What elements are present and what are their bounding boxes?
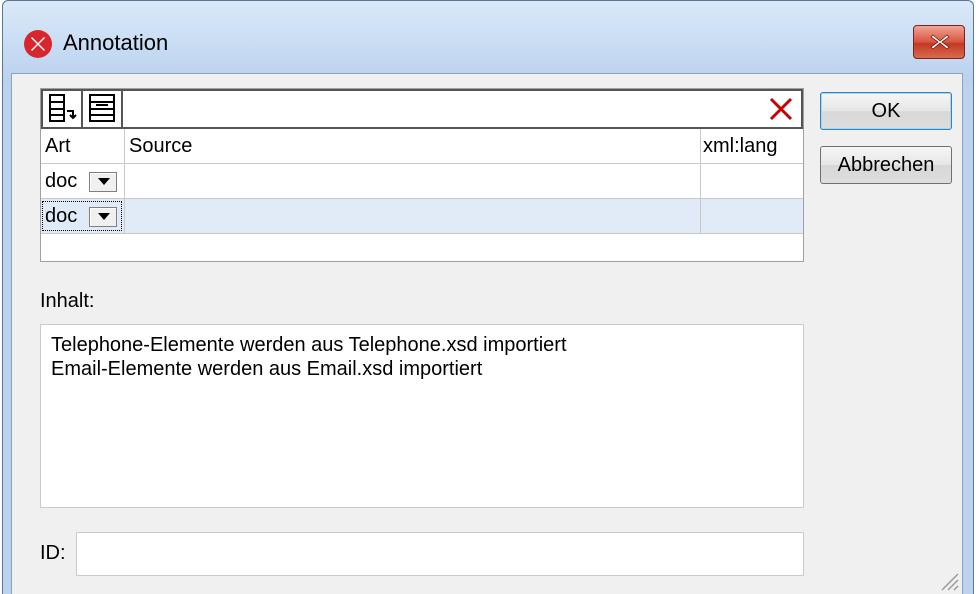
- table-toolbar: [41, 89, 803, 129]
- source-cell[interactable]: [125, 164, 701, 198]
- content-line: Email-Elemente werden aus Email.xsd impo…: [51, 358, 483, 380]
- ok-button[interactable]: OK: [820, 92, 952, 130]
- insert-row-button[interactable]: [83, 91, 123, 127]
- column-header-xml-lang: xml:lang: [703, 135, 778, 157]
- content-textarea[interactable]: Telephone-Elemente werden aus Telephone.…: [40, 324, 804, 508]
- art-cell[interactable]: doc: [41, 199, 125, 233]
- annotation-table: Art Source xml:lang doc doc: [40, 88, 804, 262]
- table-row[interactable]: doc: [41, 199, 803, 234]
- id-label: ID:: [40, 542, 66, 564]
- app-logo-icon: [24, 30, 52, 58]
- title-bar: Annotation: [3, 1, 973, 83]
- art-dropdown-button[interactable]: [89, 172, 117, 192]
- table-header-row: Art Source xml:lang: [41, 129, 803, 164]
- art-combo-value: doc: [45, 205, 78, 227]
- cancel-button[interactable]: Abbrechen: [820, 146, 952, 184]
- window-title: Annotation: [63, 30, 169, 55]
- art-cell[interactable]: doc: [41, 164, 125, 198]
- append-row-icon: [49, 94, 77, 122]
- chevron-down-icon: [98, 178, 110, 185]
- delete-x-icon[interactable]: [767, 95, 795, 123]
- close-button[interactable]: [913, 25, 965, 59]
- art-dropdown-button[interactable]: [89, 207, 117, 227]
- content-label: Inhalt:: [40, 290, 95, 312]
- table-row[interactable]: doc: [41, 164, 803, 199]
- annotation-dialog: Annotation Art Source xml:lang doc doc I…: [2, 0, 974, 594]
- column-header-art: Art: [41, 129, 125, 163]
- resize-grip-icon[interactable]: [938, 570, 960, 592]
- xml-lang-cell[interactable]: [701, 164, 803, 198]
- id-input[interactable]: [76, 532, 804, 576]
- insert-row-icon: [89, 94, 115, 122]
- xml-lang-cell[interactable]: [701, 199, 803, 233]
- source-cell[interactable]: [125, 199, 701, 233]
- content-line: Telephone-Elemente werden aus Telephone.…: [51, 334, 567, 356]
- dialog-body: Art Source xml:lang doc doc Inhalt: Tele…: [11, 73, 963, 594]
- column-header-source: Source: [125, 129, 701, 163]
- art-combo-value: doc: [45, 170, 78, 192]
- append-row-button[interactable]: [43, 91, 83, 127]
- close-icon: [930, 34, 950, 50]
- chevron-down-icon: [98, 213, 110, 220]
